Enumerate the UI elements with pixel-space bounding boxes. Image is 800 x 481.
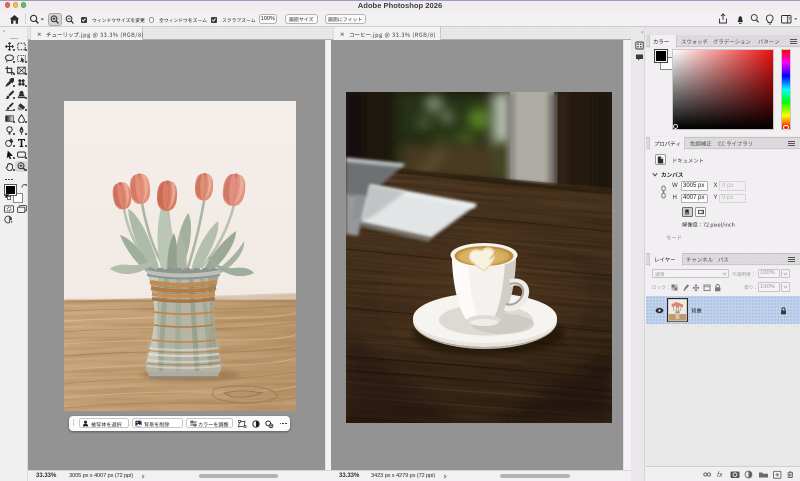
svg-text:fx: fx: [717, 472, 723, 479]
